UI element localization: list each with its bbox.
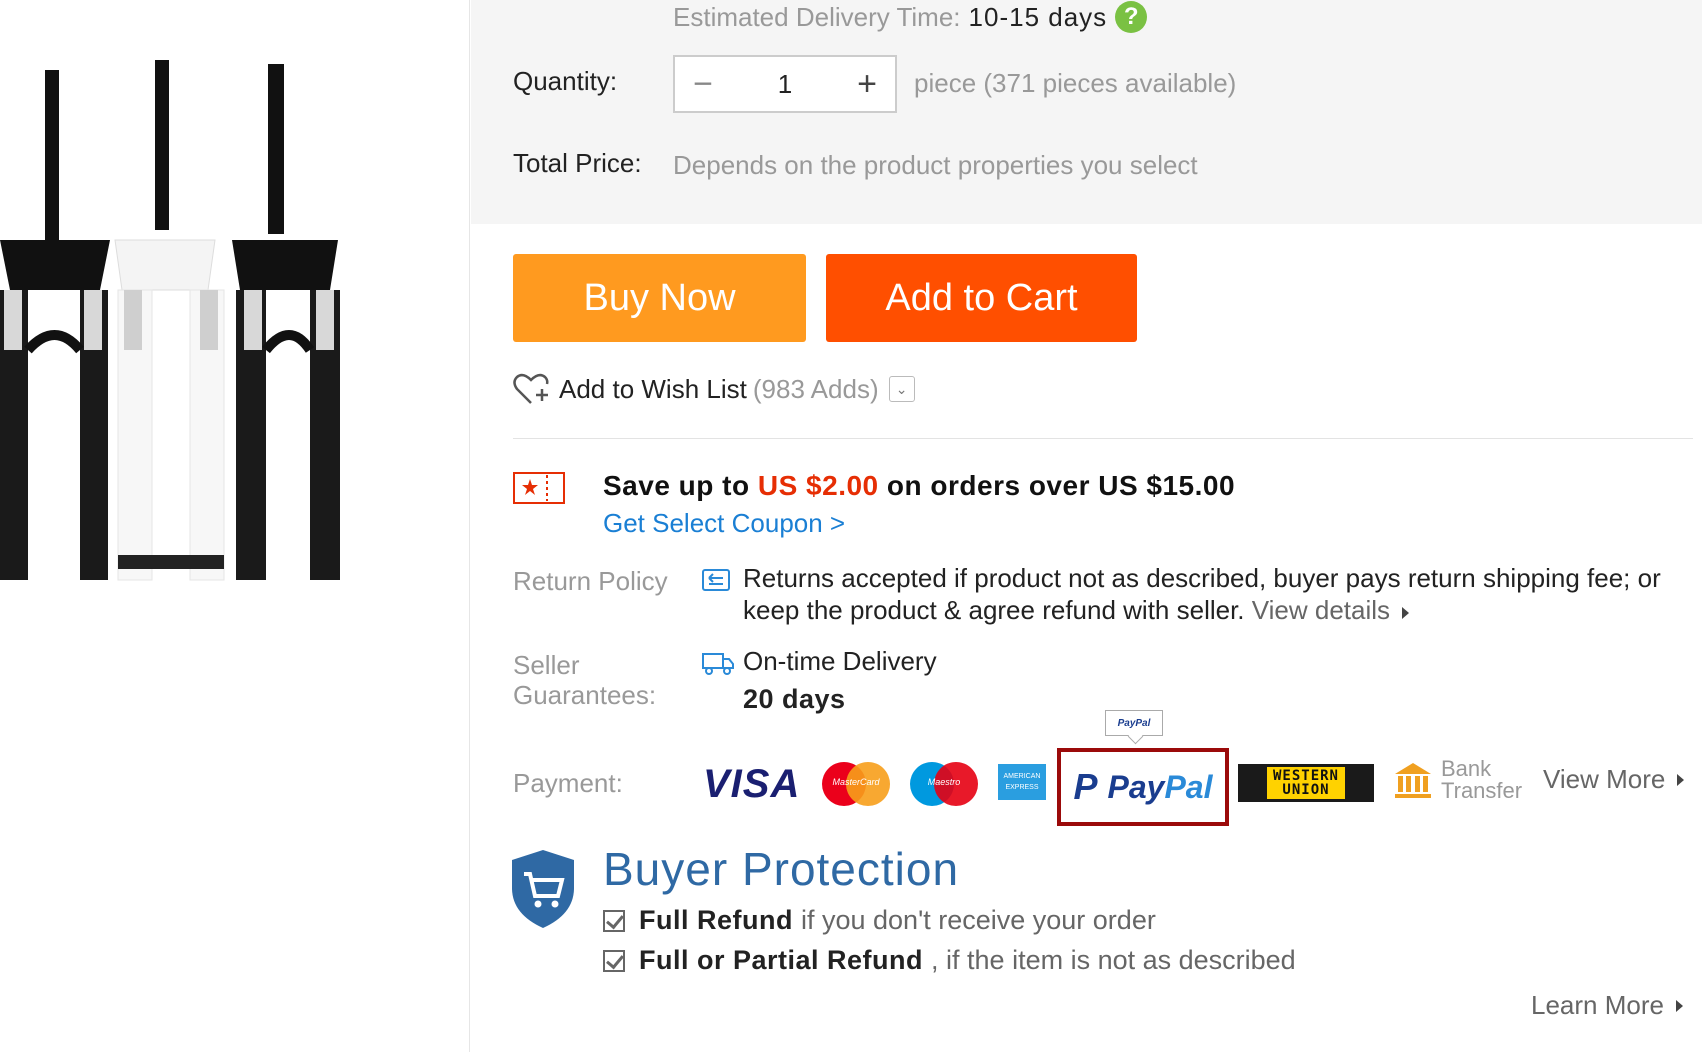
seller-guarantees-label: Seller Guarantees:: [513, 650, 656, 710]
buyer-protection-item: Full Refund if you don't receive your or…: [603, 905, 1156, 936]
truck-icon: [702, 653, 734, 675]
quantity-label: Quantity:: [513, 66, 618, 96]
coupon-offer: Save up to US $2.00 on orders over US $1…: [603, 470, 1235, 502]
maestro-label: Maestro: [927, 777, 961, 787]
coupon-prefix: Save up to: [603, 470, 758, 501]
decrease-quantity-button[interactable]: −: [689, 65, 717, 104]
return-policy-label: Return Policy: [513, 566, 668, 596]
learn-more-label[interactable]: Learn More: [1531, 990, 1664, 1021]
shield-cart-icon: [512, 850, 574, 928]
total-price-value: Depends on the product properties you se…: [673, 150, 1198, 180]
protection-item-bold: Full Refund: [639, 905, 793, 935]
buyer-protection-item: Full or Partial Refund , if the item is …: [603, 945, 1296, 976]
view-more-payment-link[interactable]: View More: [1543, 764, 1685, 795]
payment-label: Payment:: [513, 768, 623, 798]
western-union-logo[interactable]: WESTERN UNION: [1238, 764, 1374, 802]
return-icon: [702, 569, 730, 591]
caret-right-icon: [1675, 999, 1683, 1012]
view-more-label[interactable]: View More: [1543, 764, 1665, 795]
visa-logo[interactable]: VISA: [703, 762, 800, 807]
product-image[interactable]: [0, 0, 470, 1052]
suspension-fork-image: [0, 60, 340, 581]
checkbox-icon: [603, 949, 625, 972]
quantity-stepper[interactable]: − 1 +: [673, 55, 897, 113]
paypal-p-icon: P: [1073, 766, 1098, 807]
paypal-pal: Pal: [1164, 768, 1213, 805]
bank-icon: [1395, 763, 1431, 798]
checkbox-icon: [603, 909, 625, 932]
view-details-label[interactable]: View details: [1252, 595, 1390, 625]
delivery-value: 10-15 days: [968, 1, 1108, 32]
wishlist-label: Add to Wish List: [559, 373, 747, 404]
view-details-link[interactable]: View details: [1252, 595, 1410, 625]
amex-logo[interactable]: AMERICAN EXPRESS: [998, 764, 1046, 800]
bank-transfer-line1: Bank: [1441, 756, 1492, 781]
add-to-wishlist[interactable]: Add to Wish List (983 Adds) ⌄: [513, 372, 915, 406]
paypal-wordmark: PayPal: [1108, 769, 1213, 806]
chevron-down-icon[interactable]: ⌄: [888, 376, 915, 402]
mastercard-logo[interactable]: MasterCard: [822, 762, 890, 806]
help-icon[interactable]: ?: [1115, 1, 1148, 33]
return-policy-text: Returns accepted if product not as descr…: [743, 562, 1683, 626]
coupon-amount: US $2.00: [757, 470, 879, 501]
on-time-delivery-title: On-time Delivery: [743, 646, 937, 676]
get-coupon-link[interactable]: Get Select Coupon >: [603, 508, 845, 539]
maestro-logo[interactable]: Maestro: [910, 762, 978, 806]
add-to-cart-button[interactable]: Add to Cart: [826, 254, 1137, 342]
buy-now-button[interactable]: Buy Now: [513, 254, 806, 342]
caret-right-icon: [1677, 773, 1685, 786]
western-union-line2: UNION: [1282, 782, 1330, 798]
quantity-input[interactable]: 1: [778, 69, 792, 100]
protection-item-text: if you don't receive your order: [800, 905, 1156, 935]
protection-item-bold: Full or Partial Refund: [639, 945, 924, 975]
on-time-delivery-days: 20 days: [743, 684, 846, 714]
delivery-label: Estimated Delivery Time:: [673, 1, 961, 32]
caret-right-icon: [1402, 607, 1410, 619]
bank-transfer-logo[interactable]: Bank Transfer: [1393, 758, 1522, 802]
coupon-icon: [513, 472, 565, 504]
learn-more-link[interactable]: Learn More: [1531, 990, 1683, 1021]
wishlist-count: (983 Adds): [752, 373, 879, 404]
paypal-tooltip: PayPal: [1105, 710, 1163, 736]
mastercard-label: MasterCard: [832, 777, 880, 787]
western-union-line1: WESTERN: [1272, 768, 1339, 784]
bank-transfer-line2: Transfer: [1441, 778, 1523, 803]
heart-plus-icon: [513, 373, 549, 404]
paypal-logo[interactable]: P PayPal: [1057, 748, 1229, 826]
coupon-suffix: on orders over US $15.00: [878, 470, 1236, 501]
seller-guarantees-label-line1: Seller: [513, 650, 580, 680]
return-policy-description: Returns accepted if product not as descr…: [743, 563, 1661, 625]
estimated-delivery: Estimated Delivery Time: 10-15 days ?: [673, 0, 1148, 34]
seller-guarantees-label-line2: Guarantees:: [513, 680, 657, 710]
quantity-availability: piece (371 pieces available): [914, 68, 1237, 98]
increase-quantity-button[interactable]: +: [853, 65, 881, 104]
divider: [513, 438, 1693, 439]
total-price-label: Total Price:: [513, 148, 642, 178]
paypal-pay: Pay: [1107, 768, 1165, 805]
protection-item-text: , if the item is not as described: [931, 945, 1296, 975]
buyer-protection-title: Buyer Protection: [603, 843, 960, 895]
